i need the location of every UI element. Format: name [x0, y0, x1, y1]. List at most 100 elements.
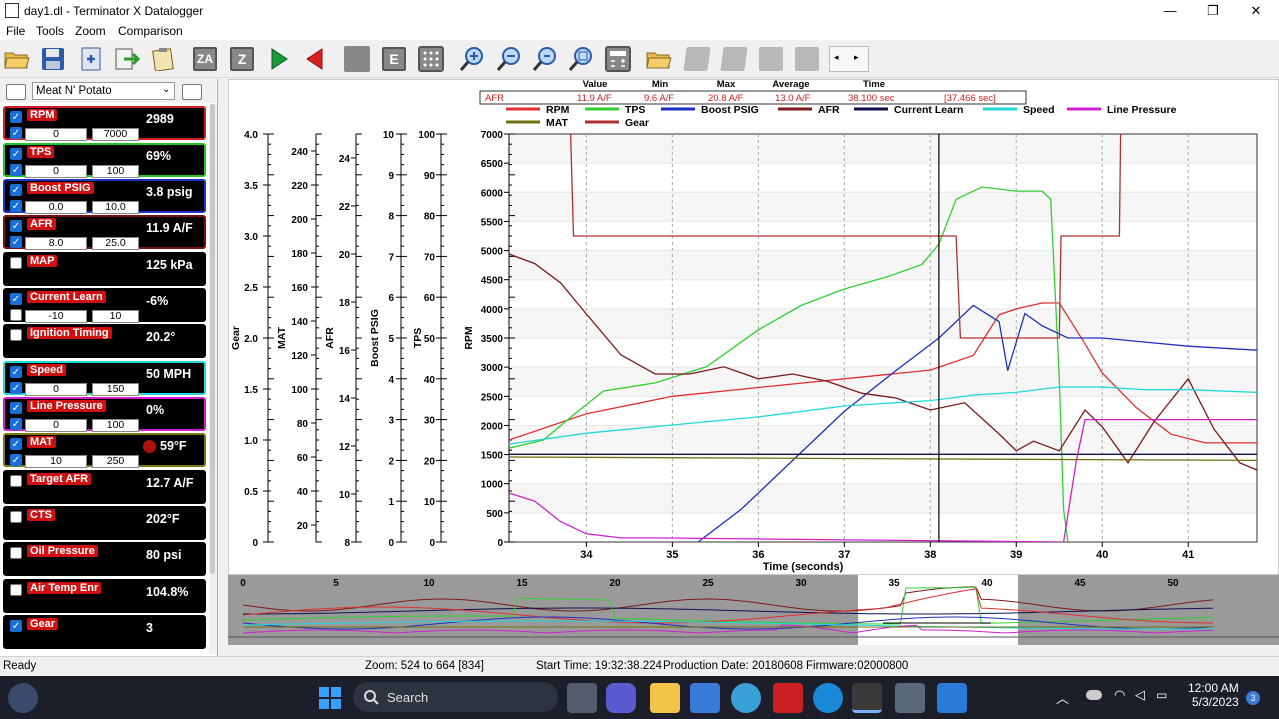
search-box[interactable]: Search: [353, 682, 558, 712]
channel-oil-pressure[interactable]: Oil Pressure 80 psi: [3, 542, 206, 576]
channel-checkbox[interactable]: [10, 257, 22, 269]
channel-min-field[interactable]: 0: [25, 165, 87, 178]
channel-checkbox[interactable]: ✓: [10, 366, 22, 378]
teams-icon[interactable]: [606, 683, 636, 713]
zoom-fit-button[interactable]: [530, 45, 560, 73]
file-explorer-icon[interactable]: [650, 683, 680, 713]
menu-comparison[interactable]: Comparison: [118, 24, 183, 38]
channel-range-checkbox[interactable]: ✓: [10, 127, 22, 139]
overview-strip[interactable]: 0 5 10 15 20 25 30 35 40 45 50: [228, 575, 1279, 645]
clock[interactable]: 12:00 AM 5/3/2023: [1188, 681, 1239, 709]
play-forward-button[interactable]: [264, 45, 294, 73]
minimize-button[interactable]: —: [1147, 1, 1193, 21]
tool-button-1[interactable]: [342, 45, 372, 73]
compare-tool-2[interactable]: [719, 45, 749, 73]
start-icon[interactable]: [315, 683, 345, 713]
channel-range-checkbox[interactable]: ✓: [10, 382, 22, 394]
grid-button[interactable]: [416, 45, 446, 73]
edit-button[interactable]: E: [379, 45, 409, 73]
channel-target-afr[interactable]: Target AFR 12.7 A/F: [3, 470, 206, 504]
channel-afr[interactable]: ✓ AFR 11.9 A/F ✓ 8.0 25.0: [3, 215, 206, 250]
channel-max-field[interactable]: 250: [92, 455, 139, 468]
cloud-icon[interactable]: [1086, 690, 1102, 700]
maximize-button[interactable]: ❐: [1190, 1, 1236, 21]
channel-checkbox[interactable]: ✓: [10, 620, 22, 632]
channel-rpm[interactable]: ✓ RPM 2989 ✓ 0 7000: [3, 106, 206, 141]
chevron-up-icon[interactable]: ︿: [1056, 688, 1069, 707]
hp-app-icon[interactable]: [690, 683, 720, 713]
scroll-left-icon[interactable]: ◂: [834, 52, 839, 63]
profile-select[interactable]: Meat N' Potato ⌄: [32, 82, 175, 100]
calculator-button[interactable]: [603, 45, 633, 73]
channel-min-field[interactable]: 0: [25, 419, 87, 432]
channel-max-field[interactable]: 100: [92, 165, 139, 178]
widgets-icon[interactable]: [8, 683, 38, 713]
channel-gear[interactable]: ✓ Gear 3: [3, 615, 206, 649]
channel-max-field[interactable]: 25.0: [92, 237, 139, 250]
open-folder-button[interactable]: [2, 45, 32, 73]
channel-checkbox[interactable]: [10, 584, 22, 596]
compare-tool-1[interactable]: [682, 45, 712, 73]
channel-map[interactable]: MAP 125 kPa: [3, 252, 206, 286]
channel-checkbox[interactable]: ✓: [10, 148, 22, 160]
channel-scrollbar[interactable]: [209, 104, 217, 654]
calculator-app-icon[interactable]: [895, 683, 925, 713]
zoom-out-button[interactable]: [494, 45, 524, 73]
channel-boost-psig[interactable]: ✓ Boost PSIG 3.8 psig ✓ 0.0 10.0: [3, 179, 206, 214]
notes-button[interactable]: [148, 45, 178, 73]
compare-tool-3[interactable]: [756, 45, 786, 73]
overview-chart[interactable]: 0 5 10 15 20 25 30 35 40 45 50: [228, 575, 1279, 645]
channel-max-field[interactable]: 10.0: [92, 201, 139, 214]
channel-checkbox[interactable]: ✓: [10, 220, 22, 232]
channel-range-checkbox[interactable]: ✓: [10, 236, 22, 248]
zoom-in-button[interactable]: [457, 45, 487, 73]
channel-line-pressure[interactable]: ✓ Line Pressure 0% ✓ 0 100: [3, 397, 206, 432]
export-button[interactable]: [112, 45, 142, 73]
channel-checkbox[interactable]: [10, 329, 22, 341]
channel-max-field[interactable]: 7000: [92, 128, 139, 141]
menu-file[interactable]: File: [6, 24, 25, 38]
channel-max-field[interactable]: 150: [92, 383, 139, 396]
photos-icon[interactable]: [937, 683, 967, 713]
scroll-right-icon[interactable]: ▸: [854, 52, 859, 63]
volume-icon[interactable]: ◁: [1135, 687, 1145, 703]
channel-current-learn[interactable]: ✓ Current Learn -6% -10 10: [3, 288, 206, 323]
mcafee-icon[interactable]: [773, 683, 803, 713]
scrollbar-thumb[interactable]: [210, 104, 215, 574]
channel-cts[interactable]: CTS 202°F: [3, 506, 206, 540]
channel-range-checkbox[interactable]: ✓: [10, 164, 22, 176]
wifi-icon[interactable]: ◠: [1114, 687, 1125, 703]
channel-checkbox[interactable]: ✓: [10, 402, 22, 414]
open-compare-button[interactable]: [645, 45, 675, 73]
compare-tool-4[interactable]: [792, 45, 822, 73]
channel-tps[interactable]: ✓ TPS 69% ✓ 0 100: [3, 143, 206, 178]
zoom-all-button[interactable]: ZA: [190, 45, 220, 73]
channel-air-temp-enr[interactable]: Air Temp Enr 104.8%: [3, 579, 206, 613]
channel-min-field[interactable]: 0.0: [25, 201, 87, 214]
channel-min-field[interactable]: 0: [25, 128, 87, 141]
channel-range-checkbox[interactable]: ✓: [10, 200, 22, 212]
save-button[interactable]: [38, 45, 68, 73]
channel-max-field[interactable]: 10: [92, 310, 139, 323]
edge-icon[interactable]: [813, 683, 843, 713]
datalog-chart[interactable]: Value Min Max Average Time AFR 11.9 A/F 9.6 A/F…: [227, 78, 1279, 576]
menu-zoom[interactable]: Zoom: [75, 24, 106, 38]
task-view-icon[interactable]: [567, 683, 597, 713]
chart-area[interactable]: Value Min Max Average Time AFR 11.9 A/F 9.6 A/F…: [227, 78, 1279, 576]
channel-checkbox[interactable]: [10, 475, 22, 487]
zoom-button[interactable]: Z: [227, 45, 257, 73]
channel-min-field[interactable]: 8.0: [25, 237, 87, 250]
channel-checkbox[interactable]: [10, 511, 22, 523]
channel-checkbox[interactable]: ✓: [10, 293, 22, 305]
battery-icon[interactable]: ▭: [1156, 688, 1167, 702]
help-icon[interactable]: [731, 683, 761, 713]
notification-badge[interactable]: 3: [1246, 691, 1260, 705]
channel-checkbox[interactable]: ✓: [10, 184, 22, 196]
channel-range-checkbox[interactable]: [10, 309, 22, 321]
channel-range-checkbox[interactable]: ✓: [10, 418, 22, 430]
zoom-region-button[interactable]: [566, 45, 596, 73]
channel-range-checkbox[interactable]: ✓: [10, 454, 22, 466]
play-back-button[interactable]: [300, 45, 330, 73]
channel-speed[interactable]: ✓ Speed 50 MPH ✓ 0 150: [3, 361, 206, 396]
channel-min-field[interactable]: 10: [25, 455, 87, 468]
